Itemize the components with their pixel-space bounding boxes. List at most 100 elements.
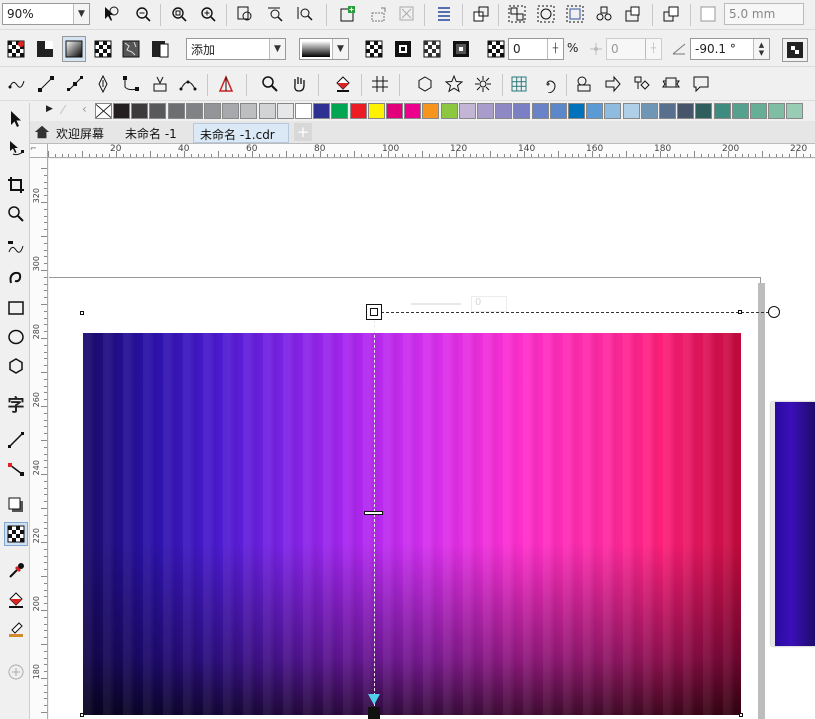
transparency-slider-widget[interactable]: 0 (411, 296, 511, 312)
zoom-tool-icon[interactable] (259, 73, 281, 95)
flowchart-shapes-icon[interactable] (631, 73, 653, 95)
horizontal-ruler[interactable]: 20 40 60 80 100 120 140 160 180 200 220 (30, 144, 815, 158)
pan-hand-icon[interactable] (288, 73, 310, 95)
page-layout-icon[interactable] (367, 3, 389, 25)
transparency-tool-icon[interactable] (4, 522, 28, 546)
to-front-icon[interactable] (470, 3, 492, 25)
color-swatch[interactable] (440, 103, 458, 119)
bezier-icon[interactable] (64, 73, 86, 95)
color-swatch[interactable] (113, 103, 130, 119)
transparency-end-node[interactable] (368, 707, 380, 719)
no-color-swatch[interactable] (95, 103, 112, 119)
ruler-origin-corner[interactable]: ⌐ (30, 144, 48, 158)
smart-fill-tool-icon[interactable] (4, 617, 28, 641)
parallel-dimension-icon[interactable] (4, 428, 28, 452)
crop-tool-icon[interactable] (4, 173, 28, 197)
color-swatch[interactable] (622, 103, 640, 119)
zoom-page-icon[interactable] (234, 3, 256, 25)
pick-tool-icon[interactable] (4, 107, 28, 131)
fountain-transparency-icon[interactable] (62, 36, 86, 62)
transparency-end-arrow[interactable] (368, 694, 380, 705)
group-icon[interactable] (506, 3, 528, 25)
three-point-curve-icon[interactable] (177, 73, 199, 95)
text-tool-icon[interactable]: 字 (4, 391, 28, 416)
color-swatch[interactable] (495, 103, 513, 119)
color-swatch[interactable] (422, 103, 440, 119)
tab-untitled-1[interactable]: 未命名 -1 (119, 123, 183, 143)
drawing-canvas[interactable]: 0 (49, 159, 815, 719)
fountain-type-picker[interactable]: ▼ (299, 38, 349, 60)
zoom-in-icon[interactable] (197, 3, 219, 25)
bspline-icon[interactable] (120, 73, 142, 95)
complex-star-icon[interactable] (472, 73, 494, 95)
zoom-fit-icon[interactable] (168, 3, 190, 25)
freeze-transparency-icon[interactable] (782, 38, 808, 62)
drop-shadow-icon[interactable] (4, 493, 28, 517)
selection-handle-bl[interactable] (80, 713, 84, 717)
smart-drawing-icon[interactable] (215, 73, 237, 95)
node-position-icon[interactable] (585, 38, 607, 60)
add-page-icon[interactable] (337, 3, 359, 25)
smart-fill-icon[interactable] (332, 73, 354, 95)
uniform-transparency-icon[interactable] (34, 38, 56, 60)
banner-shapes-icon[interactable] (660, 73, 682, 95)
color-swatch[interactable] (167, 103, 185, 119)
color-swatch[interactable] (695, 103, 713, 119)
color-swatch[interactable] (568, 103, 585, 119)
color-swatch[interactable] (131, 103, 149, 119)
merge-mode-combo[interactable]: 添加 ▼ (186, 38, 286, 60)
connector-tool-icon[interactable] (4, 457, 28, 481)
shape-tool-icon[interactable] (4, 137, 28, 161)
linear-fountain-icon[interactable] (363, 38, 385, 60)
artistic-media-icon[interactable] (4, 266, 28, 290)
zoom-level-combo[interactable]: 90% ▼ (2, 3, 90, 25)
zoom-out-icon[interactable] (132, 3, 154, 25)
eyedropper-small-icon[interactable]: ⁄ (62, 103, 64, 117)
color-swatch[interactable] (659, 103, 676, 119)
angle-field[interactable]: 0 ┼ (606, 38, 662, 60)
color-swatch[interactable] (786, 103, 804, 119)
color-swatch[interactable] (531, 103, 549, 119)
chevron-down-icon[interactable]: ▼ (332, 39, 348, 59)
color-swatch[interactable] (677, 103, 695, 119)
basic-shapes-icon[interactable] (573, 73, 595, 95)
ungroup-icon[interactable] (535, 3, 557, 25)
polyline-icon[interactable] (149, 73, 171, 95)
palette-scroll-icon[interactable]: ‹ (82, 102, 87, 116)
color-swatch[interactable] (222, 103, 240, 119)
tab-welcome[interactable]: 欢迎屏幕 (50, 123, 110, 143)
color-swatch[interactable] (258, 103, 276, 119)
adjacent-image[interactable] (771, 402, 815, 646)
slider-handle-icon[interactable]: ┼ (645, 39, 661, 59)
gradient-image[interactable] (83, 333, 741, 715)
color-swatch[interactable] (331, 103, 349, 119)
line-2point-icon[interactable] (35, 73, 57, 95)
grid-snap-icon[interactable] (369, 73, 391, 95)
vertical-ruler[interactable]: 320 300 280 260 240 220 200 180 (30, 158, 48, 719)
delete-page-icon[interactable] (396, 3, 418, 25)
color-swatch[interactable] (149, 103, 167, 119)
add-tab-icon[interactable]: + (294, 123, 312, 141)
callout-shapes-icon[interactable] (690, 73, 712, 95)
color-swatch[interactable] (750, 103, 767, 119)
zoom-tool-icon[interactable] (4, 202, 28, 226)
color-swatch[interactable] (549, 103, 567, 119)
to-back-icon[interactable] (660, 3, 682, 25)
chevron-down-icon[interactable]: ▼ (269, 39, 285, 59)
spinner-icon[interactable]: ▲ ▼ (753, 39, 769, 59)
color-swatch[interactable] (713, 103, 731, 119)
color-swatch[interactable] (295, 103, 312, 119)
transparency-midpoint-handle[interactable] (364, 511, 383, 515)
rotation-angle-field[interactable]: -90.1 ° ▲ ▼ (690, 38, 770, 60)
transparency-none-icon[interactable] (5, 38, 27, 60)
color-swatch[interactable] (458, 103, 476, 119)
color-swatch[interactable] (640, 103, 658, 119)
home-icon[interactable] (34, 124, 50, 143)
color-swatch[interactable] (313, 103, 331, 119)
zoom-width-icon[interactable] (264, 3, 286, 25)
color-swatch[interactable] (731, 103, 749, 119)
slider-handle-icon[interactable]: ┼ (547, 39, 563, 59)
elliptical-fountain-icon[interactable] (392, 38, 414, 60)
selection-handle-br[interactable] (739, 713, 743, 717)
nudge-distance-field[interactable]: 5.0 mm (724, 3, 804, 25)
